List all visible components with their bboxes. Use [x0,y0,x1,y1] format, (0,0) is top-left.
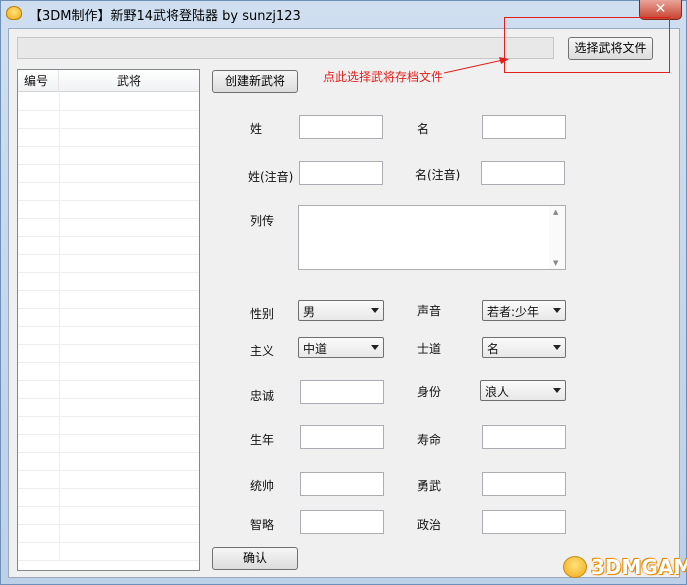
surname-phonetic-input[interactable] [299,161,383,185]
confirm-button[interactable]: 确认 [212,547,298,570]
list-row[interactable] [18,489,199,507]
command-input[interactable] [300,472,384,496]
lifespan-label: 寿命 [417,433,442,447]
list-row[interactable] [18,291,199,309]
surname-phonetic-label: 姓(注音) [248,170,294,184]
given-name-label: 名 [417,122,430,136]
ideology-select[interactable]: 中道 [298,337,384,358]
annotation-highlight-box [504,17,670,73]
intellect-input[interactable] [300,510,384,534]
list-row[interactable] [18,183,199,201]
ideology-label: 主义 [250,344,275,358]
given-name-input[interactable] [482,115,566,139]
window-title: 【3DM制作】新野14武将登陆器 by sunzj123 [29,9,301,24]
list-rows [18,93,199,570]
watermark-text: 3DMGAME [591,555,687,579]
given-phonetic-input[interactable] [481,161,565,185]
list-row[interactable] [18,453,199,471]
list-row[interactable] [18,93,199,111]
code-label: 士道 [417,342,442,356]
chevron-down-icon [553,308,561,313]
surname-label: 姓 [250,122,263,136]
birth-year-input[interactable] [300,425,384,449]
list-row[interactable] [18,507,199,525]
valor-label: 勇武 [417,479,442,493]
code-select[interactable]: 名 [482,337,566,358]
column-header-general[interactable]: 武将 [59,70,199,92]
list-row[interactable] [18,381,199,399]
gender-value: 男 [303,305,316,319]
voice-select[interactable]: 若者:少年 [482,300,566,321]
chevron-down-icon [553,345,561,350]
lifespan-input[interactable] [482,425,566,449]
list-row[interactable] [18,417,199,435]
general-list[interactable]: 编号 武将 [17,69,200,571]
given-phonetic-label: 名(注音) [415,168,461,182]
code-value: 名 [487,342,500,356]
scroll-down-icon[interactable]: ▼ [553,259,558,267]
ideology-value: 中道 [303,342,328,356]
list-row[interactable] [18,399,199,417]
list-row[interactable] [18,363,199,381]
list-row[interactable] [18,525,199,543]
list-row[interactable] [18,471,199,489]
chevron-down-icon [371,345,379,350]
list-row[interactable] [18,111,199,129]
client-area: 选择武将文件 点此选择武将存档文件 编号 武将 创建新武将 姓 名 姓(注音) … [8,17,680,578]
surname-input[interactable] [299,115,383,139]
list-row[interactable] [18,129,199,147]
voice-label: 声音 [417,304,442,318]
gender-label: 性别 [250,307,275,321]
birth-year-label: 生年 [250,433,275,447]
chevron-down-icon [371,308,379,313]
list-row[interactable] [18,345,199,363]
annotation-text: 点此选择武将存档文件 [323,70,444,84]
list-row[interactable] [18,201,199,219]
list-row[interactable] [18,327,199,345]
list-row[interactable] [18,165,199,183]
list-header: 编号 武将 [18,70,199,92]
watermark-logo: 3DMGAME [563,554,687,582]
list-row[interactable] [18,435,199,453]
biography-label: 列传 [250,214,275,228]
politics-label: 政治 [417,518,442,532]
scroll-up-icon[interactable]: ▲ [553,208,558,216]
status-value: 浪人 [485,385,510,399]
list-row[interactable] [18,147,199,165]
command-label: 统帅 [250,479,275,493]
chevron-down-icon [553,388,561,393]
list-row[interactable] [18,273,199,291]
biography-textarea[interactable]: ▲ ▼ [298,205,566,270]
app-icon [6,6,22,20]
list-row[interactable] [18,237,199,255]
valor-input[interactable] [482,472,566,496]
gender-select[interactable]: 男 [298,300,384,321]
intellect-label: 智略 [250,518,275,532]
biography-scrollbar[interactable]: ▲ ▼ [549,206,565,269]
column-header-id[interactable]: 编号 [18,70,59,92]
status-select[interactable]: 浪人 [480,380,566,401]
loyalty-input[interactable] [300,380,384,404]
loyalty-label: 忠诚 [250,389,275,403]
list-row[interactable] [18,543,199,561]
file-path-field [17,37,554,59]
app-window: 【3DM制作】新野14武将登陆器 by sunzj123 ✕ 选择武将文件 点此… [0,0,687,585]
list-row[interactable] [18,219,199,237]
politics-input[interactable] [482,510,566,534]
list-row[interactable] [18,255,199,273]
voice-value: 若者:少年 [487,305,540,319]
list-row[interactable] [18,309,199,327]
create-general-button[interactable]: 创建新武将 [212,70,298,93]
status-label: 身份 [417,385,442,399]
mascot-icon [563,556,587,578]
